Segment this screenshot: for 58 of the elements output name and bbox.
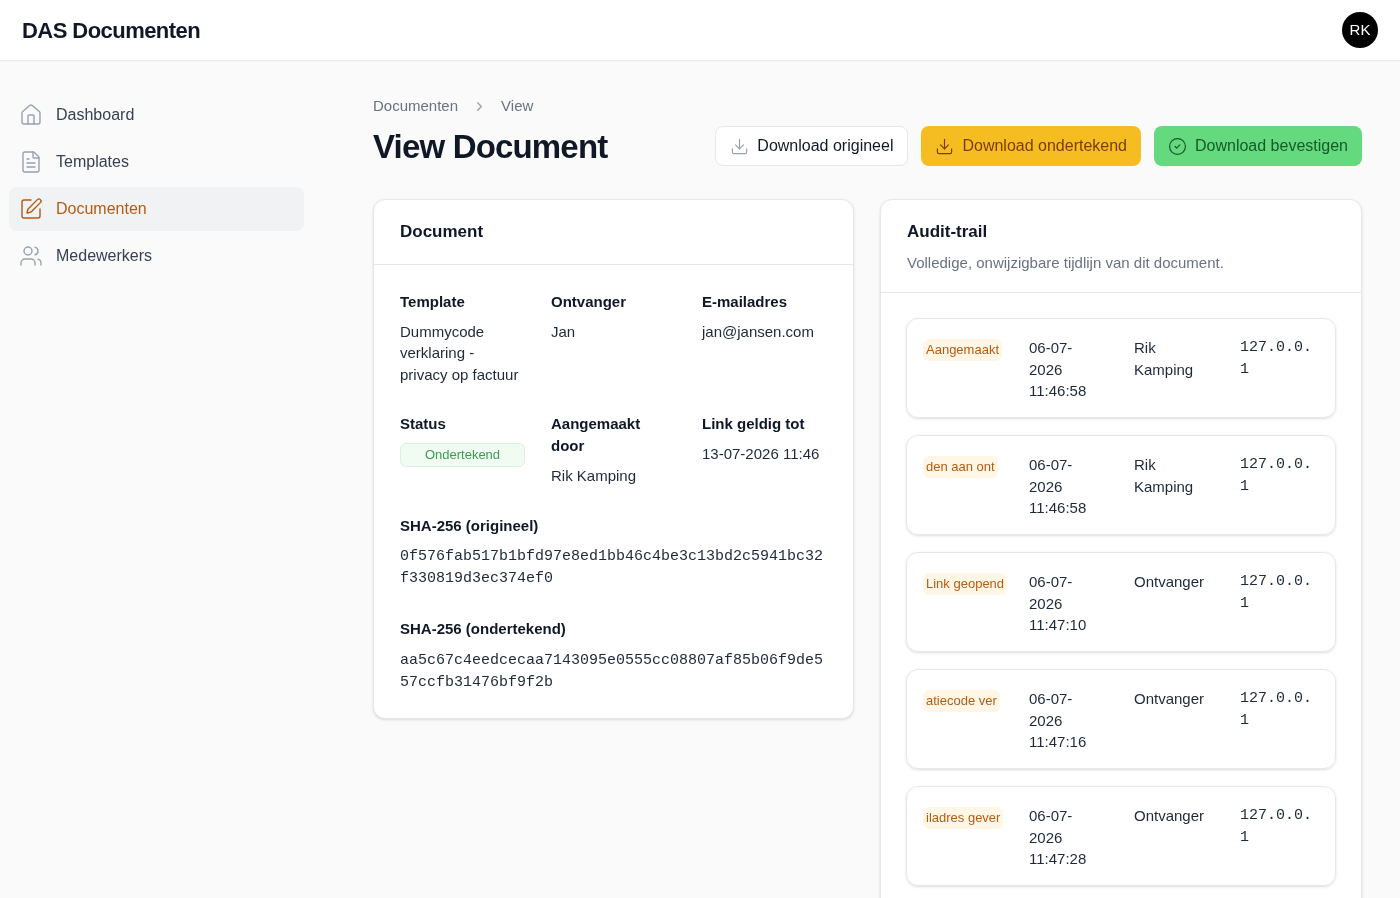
user-avatar[interactable]: RK [1342, 12, 1378, 48]
event-actor: Ontvanger [1134, 806, 1206, 826]
ip-address: 127.0.0.1 [1240, 338, 1313, 380]
ip-address: 127.0.0.1 [1240, 572, 1313, 614]
sidebar-item[interactable]: Medewerkers [9, 234, 304, 278]
sidebar-item[interactable]: Documenten [9, 187, 304, 231]
event-date: 06-07-2026 11:46:58 [1029, 455, 1088, 518]
ip-address: 127.0.0.1 [1240, 806, 1313, 848]
event-date: 06-07-2026 11:46:58 [1029, 338, 1088, 401]
field-value: 13-07-2026 11:46 [702, 444, 821, 464]
download-button[interactable]: Download origineel [715, 126, 909, 167]
field-value: jan@jansen.com [702, 321, 815, 342]
document-icon [19, 150, 43, 174]
field-label: Status [400, 414, 447, 434]
card-subtitle: Volledige, onwijzigbare tijdlijn van dit document. [907, 252, 1225, 273]
event-badge: iladres gever [923, 807, 1004, 829]
sidebar-item[interactable]: Dashboard [9, 93, 304, 137]
field-label: Link geldig tot [702, 414, 806, 434]
event-actor: Ontvanger [1134, 572, 1206, 592]
field-label: Template [400, 291, 466, 312]
sidebar-item[interactable]: Templates [9, 140, 304, 184]
ip-address: 127.0.0.1 [1240, 689, 1313, 731]
field-label: E-mailadres [702, 291, 789, 312]
field-label: SHA-256 (origineel) [400, 515, 540, 536]
app-title: DAS Documenten [22, 16, 201, 45]
download-icon [730, 136, 750, 156]
page-title: View Document [373, 126, 608, 167]
event-badge: Aangemaakt [923, 339, 1002, 361]
breadcrumb-link[interactable]: View [501, 95, 534, 118]
download-button[interactable]: Download ondertekend [921, 126, 1141, 167]
hash-value: aa5c67c4eedcecaa7143095e0555cc08807af85b06f9de557ccfb31476bf9f2b [400, 650, 825, 693]
card-title: Document [374, 200, 853, 265]
field-label: Ontvanger [551, 291, 627, 312]
hash-value: 0f576fab517b1bfd97e8ed1bb46c4be3c13bd2c5941bc32f330819d3ec374ef0 [400, 547, 825, 589]
event-badge: Link geopend [923, 573, 1008, 595]
event-date: 06-07-2026 11:47:28 [1029, 806, 1088, 869]
event-actor: Rik Kamping [1134, 338, 1195, 380]
pencil-icon [19, 197, 43, 221]
field-value: Dummycode verklaring - privacy op factuur [400, 321, 520, 385]
check-circle-icon [1168, 136, 1187, 156]
event-date: 06-07-2026 11:47:10 [1029, 572, 1088, 635]
breadcrumb-link[interactable]: Documenten [373, 95, 459, 118]
field-label: SHA-256 (ondertekend) [400, 619, 567, 639]
event-actor: Rik Kamping [1134, 455, 1195, 497]
event-badge: den aan ont [923, 456, 998, 478]
status-badge: Ondertekend [400, 443, 525, 467]
field-value: Jan [551, 321, 577, 342]
home-icon [19, 103, 43, 127]
field-value: Rik Kamping [551, 466, 638, 486]
event-date: 06-07-2026 11:47:16 [1029, 689, 1088, 752]
card-title: Audit-trail [907, 221, 989, 243]
users-icon [19, 244, 43, 268]
ip-address: 127.0.0.1 [1240, 455, 1313, 497]
download-button[interactable]: Download bevestigen [1154, 126, 1362, 167]
event-badge: atiecode ver [923, 690, 1000, 712]
field-label: Aangemaakt door [551, 414, 642, 456]
event-actor: Ontvanger [1134, 689, 1206, 709]
download-icon [935, 136, 955, 156]
